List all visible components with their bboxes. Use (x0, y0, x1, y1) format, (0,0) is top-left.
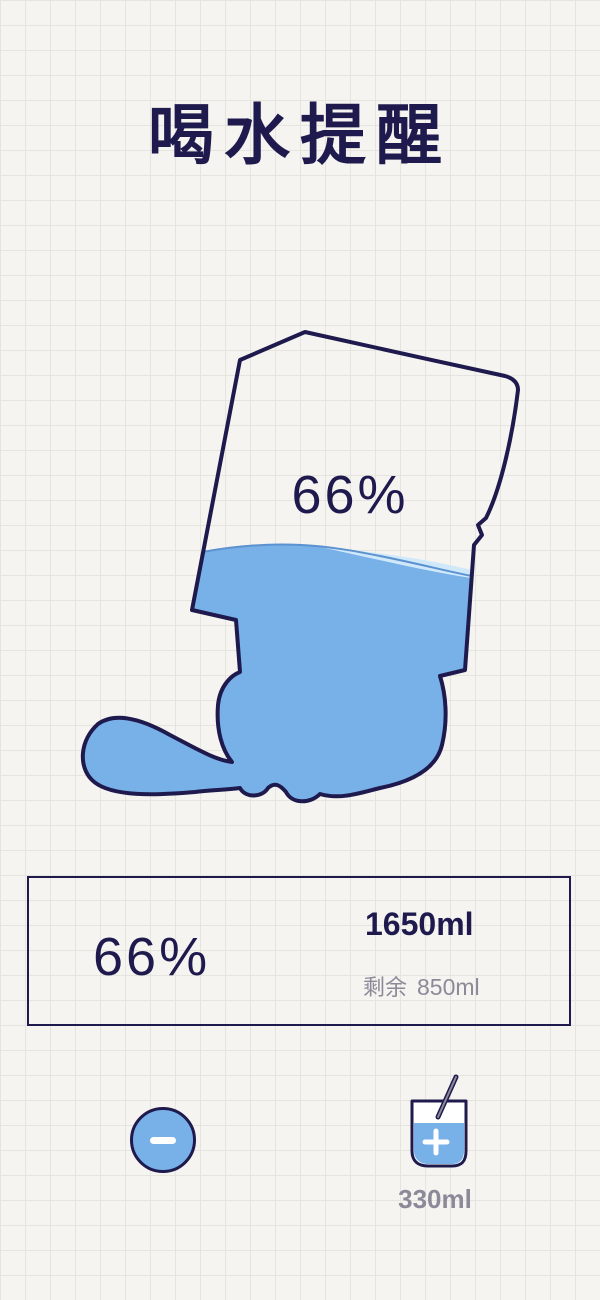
glass-with-straw-plus-icon (410, 1074, 468, 1168)
water-cup: 66% (0, 320, 600, 820)
add-amount-label: 330ml (398, 1184, 472, 1214)
remaining-label: 剩余 (363, 976, 408, 1001)
total-intake-value: 1650ml (365, 906, 474, 942)
water-cup-illustration (80, 330, 520, 804)
minus-button[interactable] (130, 1107, 196, 1173)
remaining-value: 850ml (417, 974, 480, 1000)
page-title: 喝水提醒 (148, 97, 452, 174)
stats-percent-value: 66% (93, 927, 211, 987)
water-fill (82, 544, 472, 802)
remaining-row: 剩余 850ml (363, 976, 480, 1000)
cup-percent-label: 66% (291, 465, 409, 525)
add-water-button[interactable] (400, 1073, 476, 1173)
minus-circle-icon (150, 1137, 176, 1144)
stats-panel: 66% 1650ml 剩余 850ml (27, 876, 571, 1026)
